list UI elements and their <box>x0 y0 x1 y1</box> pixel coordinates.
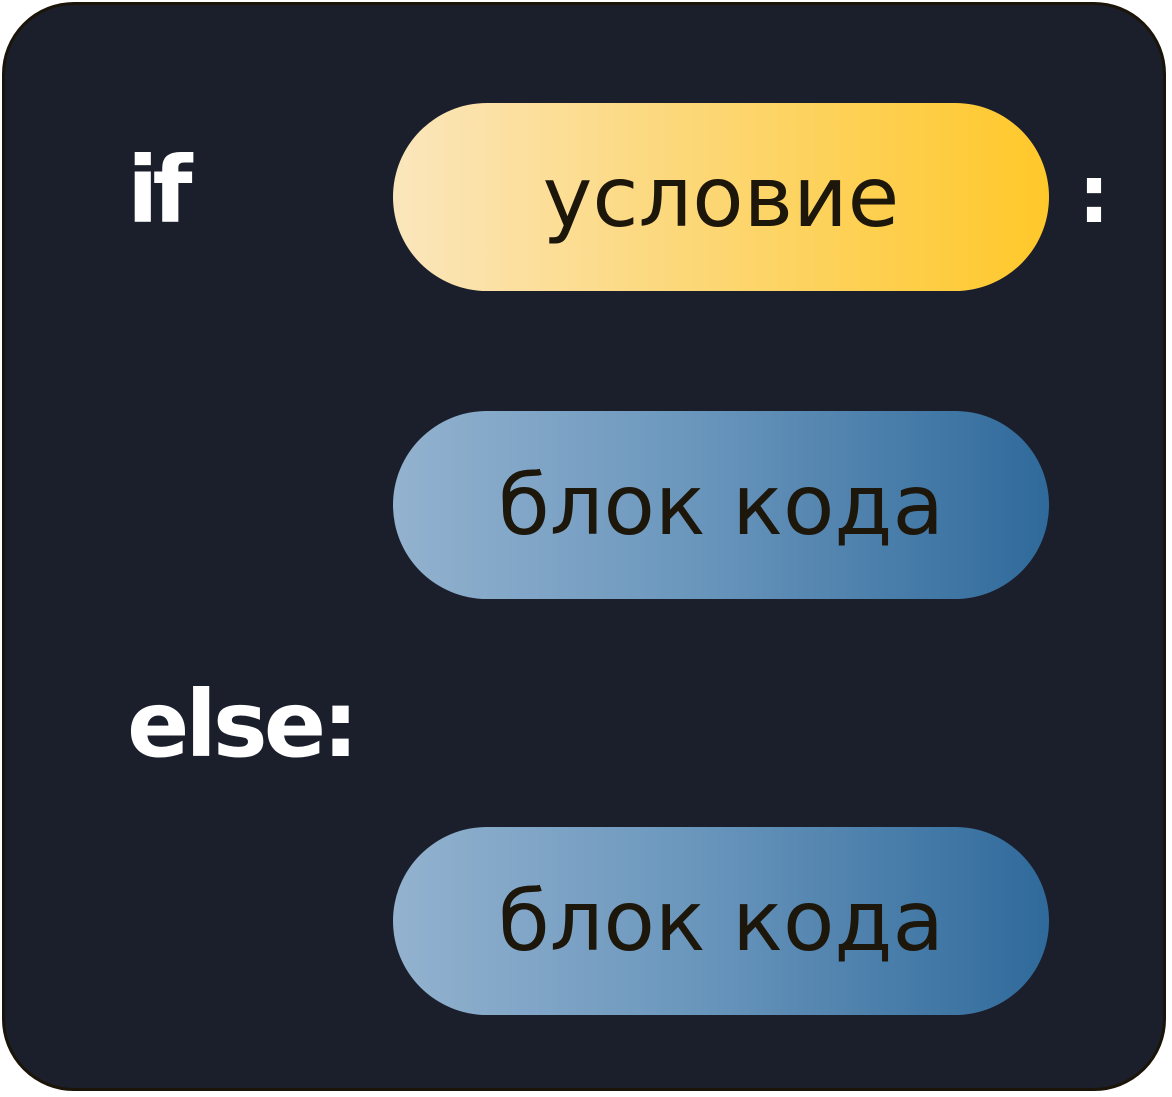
condition-pill: условие <box>393 103 1049 291</box>
if-code-block-pill: блок кода <box>393 411 1049 599</box>
else-code-block-label: блок кода <box>497 872 944 970</box>
if-colon: : <box>1078 148 1110 241</box>
else-code-block-pill: блок кода <box>393 827 1049 1015</box>
if-code-block-label: блок кода <box>497 456 944 554</box>
condition-label: условие <box>542 148 900 246</box>
else-keyword: else: <box>127 671 359 778</box>
if-keyword: if <box>127 137 193 244</box>
if-else-diagram: if условие : блок кода else: блок кода <box>2 2 1166 1091</box>
